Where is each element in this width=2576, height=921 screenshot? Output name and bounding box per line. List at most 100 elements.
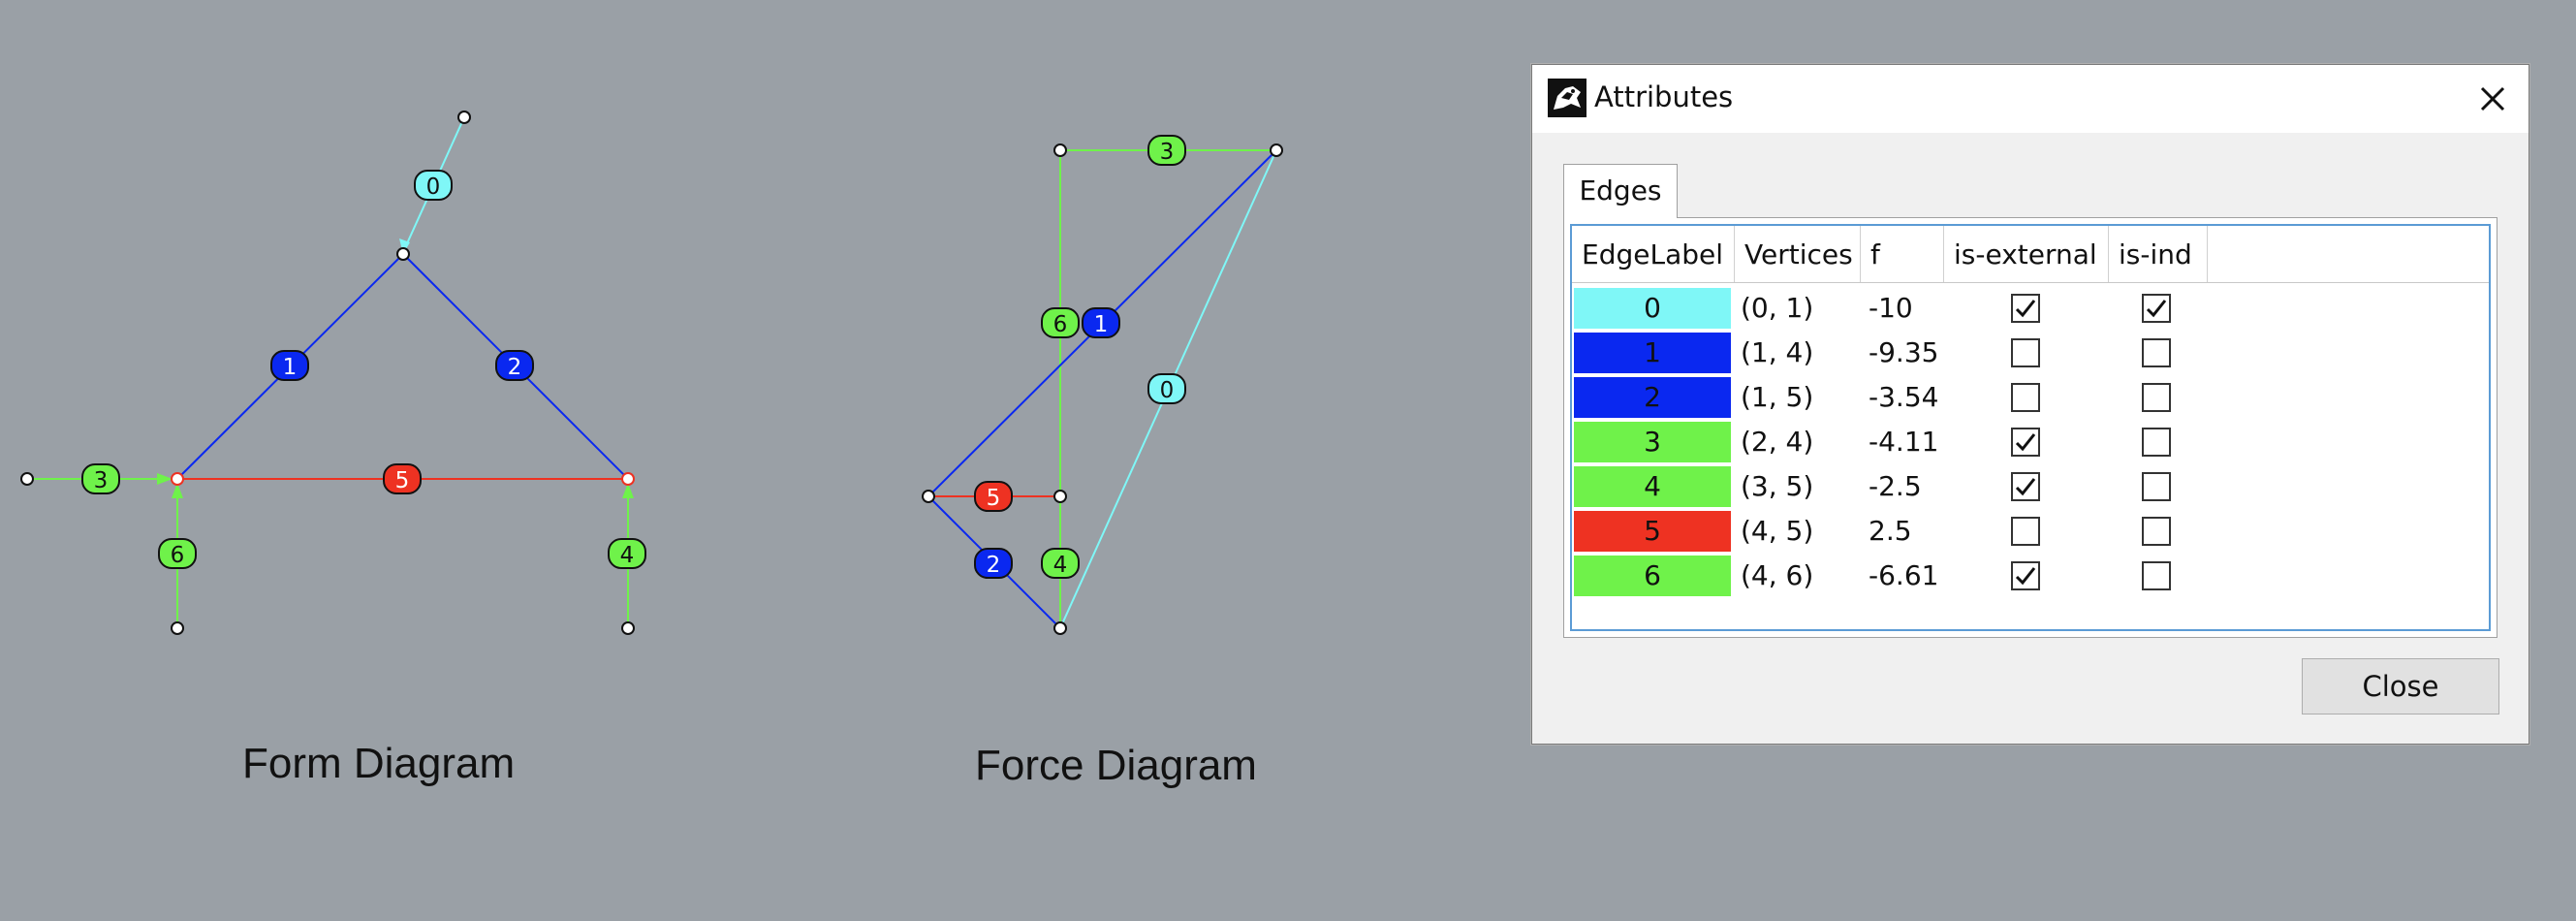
form-label-5[interactable]: 5 xyxy=(383,463,422,494)
vertices-cell[interactable]: (3, 5) xyxy=(1735,464,1813,509)
vertices-cell[interactable]: (4, 6) xyxy=(1735,554,1813,598)
column-header-vertices[interactable]: Vertices xyxy=(1735,226,1861,282)
diagram-canvas: 0 1 2 3 4 5 6 3 6 1 0 5 2 4 xyxy=(20,111,1283,635)
form-label-1[interactable]: 1 xyxy=(270,350,309,381)
force-label-6[interactable]: 6 xyxy=(1041,307,1080,338)
close-button[interactable]: Close xyxy=(2302,658,2499,715)
column-header-f[interactable]: f xyxy=(1861,226,1944,282)
form-node-3[interactable] xyxy=(621,621,635,635)
edge-label-cell[interactable]: 2 xyxy=(1574,377,1731,418)
svg-text:3: 3 xyxy=(1160,140,1175,165)
form-label-2[interactable]: 2 xyxy=(495,350,534,381)
form-diagram: 0 1 2 3 4 5 6 xyxy=(20,111,646,635)
is-ind-checkbox[interactable] xyxy=(2142,561,2171,590)
form-node-6[interactable] xyxy=(171,621,184,635)
force-value-cell[interactable]: -6.61 xyxy=(1863,554,1938,598)
form-node-5[interactable] xyxy=(621,472,635,486)
force-value-cell[interactable]: -3.54 xyxy=(1863,375,1938,420)
is-ind-checkbox[interactable] xyxy=(2142,338,2171,367)
is-external-checkbox[interactable] xyxy=(2011,294,2040,323)
attributes-dialog: Attributes Edges EdgeLabel Vertices f is… xyxy=(1531,64,2529,745)
force-node-e[interactable] xyxy=(1053,621,1067,635)
column-header-is-ind[interactable]: is-ind xyxy=(2109,226,2208,282)
table-row[interactable]: 6 (4, 6) -6.61 xyxy=(1572,554,2489,598)
form-node-4[interactable] xyxy=(171,472,184,486)
svg-text:1: 1 xyxy=(283,355,298,380)
force-label-3[interactable]: 3 xyxy=(1147,135,1186,166)
svg-text:2: 2 xyxy=(508,355,522,380)
is-external-checkbox[interactable] xyxy=(2011,338,2040,367)
vertices-cell[interactable]: (1, 4) xyxy=(1735,331,1813,375)
vertices-cell[interactable]: (0, 1) xyxy=(1735,286,1813,331)
edge-label-cell[interactable]: 5 xyxy=(1574,511,1731,552)
tab-edges[interactable]: Edges xyxy=(1563,164,1678,218)
form-label-0[interactable]: 0 xyxy=(414,170,453,201)
force-label-1[interactable]: 1 xyxy=(1082,307,1120,338)
force-label-4[interactable]: 4 xyxy=(1041,548,1080,579)
table-row[interactable]: 2 (1, 5) -3.54 xyxy=(1572,375,2489,420)
is-external-checkbox[interactable] xyxy=(2011,517,2040,546)
force-value-cell[interactable]: -2.5 xyxy=(1863,464,1922,509)
force-diagram-caption: Force Diagram xyxy=(975,742,1257,789)
table-header: EdgeLabel Vertices f is-external is-ind xyxy=(1572,226,2489,283)
svg-text:5: 5 xyxy=(395,468,410,493)
force-label-2[interactable]: 2 xyxy=(974,548,1013,579)
force-value-cell[interactable]: 2.5 xyxy=(1863,509,1912,554)
svg-text:4: 4 xyxy=(1053,553,1068,578)
svg-text:4: 4 xyxy=(620,543,635,568)
svg-text:0: 0 xyxy=(1160,378,1175,403)
force-node-d[interactable] xyxy=(1053,490,1067,503)
form-node-1[interactable] xyxy=(396,247,410,261)
vertices-cell[interactable]: (2, 4) xyxy=(1735,420,1813,464)
is-ind-checkbox[interactable] xyxy=(2142,517,2171,546)
is-external-checkbox[interactable] xyxy=(2011,383,2040,412)
force-value-cell[interactable]: -9.35 xyxy=(1863,331,1938,375)
form-arrow-3 xyxy=(157,473,173,485)
force-node-c[interactable] xyxy=(922,490,935,503)
svg-text:6: 6 xyxy=(171,543,185,568)
close-icon[interactable] xyxy=(2468,75,2517,123)
edges-table[interactable]: EdgeLabel Vertices f is-external is-ind … xyxy=(1570,224,2491,631)
is-ind-checkbox[interactable] xyxy=(2142,472,2171,501)
form-label-4[interactable]: 4 xyxy=(608,538,646,569)
svg-text:3: 3 xyxy=(94,468,109,493)
force-node-a[interactable] xyxy=(1053,143,1067,157)
form-diagram-caption: Form Diagram xyxy=(242,740,516,787)
vertices-cell[interactable]: (4, 5) xyxy=(1735,509,1813,554)
form-node-0[interactable] xyxy=(457,111,471,124)
is-external-checkbox[interactable] xyxy=(2011,561,2040,590)
dialog-title: Attributes xyxy=(1594,80,1734,113)
force-diagram: 3 6 1 0 5 2 4 xyxy=(922,135,1283,635)
force-value-cell[interactable]: -10 xyxy=(1863,286,1913,331)
form-label-3[interactable]: 3 xyxy=(81,463,120,494)
svg-text:6: 6 xyxy=(1053,312,1068,337)
edge-label-cell[interactable]: 0 xyxy=(1574,288,1731,329)
force-node-b[interactable] xyxy=(1270,143,1283,157)
column-header-is-external[interactable]: is-external xyxy=(1944,226,2109,282)
table-row[interactable]: 4 (3, 5) -2.5 xyxy=(1572,464,2489,509)
edge-label-cell[interactable]: 4 xyxy=(1574,466,1731,507)
dialog-titlebar[interactable]: Attributes xyxy=(1532,65,2529,133)
edge-label-cell[interactable]: 3 xyxy=(1574,422,1731,462)
form-label-6[interactable]: 6 xyxy=(158,538,197,569)
form-node-2[interactable] xyxy=(20,472,34,486)
is-external-checkbox[interactable] xyxy=(2011,472,2040,501)
svg-text:5: 5 xyxy=(987,486,1001,511)
column-header-edgelabel[interactable]: EdgeLabel xyxy=(1572,226,1735,282)
svg-text:0: 0 xyxy=(426,175,441,200)
force-label-0[interactable]: 0 xyxy=(1147,373,1186,404)
table-row[interactable]: 3 (2, 4) -4.11 xyxy=(1572,420,2489,464)
table-row[interactable]: 1 (1, 4) -9.35 xyxy=(1572,331,2489,375)
edge-label-cell[interactable]: 1 xyxy=(1574,333,1731,373)
vertices-cell[interactable]: (1, 5) xyxy=(1735,375,1813,420)
is-ind-checkbox[interactable] xyxy=(2142,294,2171,323)
is-external-checkbox[interactable] xyxy=(2011,428,2040,457)
svg-text:1: 1 xyxy=(1094,312,1109,337)
is-ind-checkbox[interactable] xyxy=(2142,383,2171,412)
force-value-cell[interactable]: -4.11 xyxy=(1863,420,1938,464)
is-ind-checkbox[interactable] xyxy=(2142,428,2171,457)
table-row[interactable]: 0 (0, 1) -10 xyxy=(1572,286,2489,331)
table-row[interactable]: 5 (4, 5) 2.5 xyxy=(1572,509,2489,554)
force-label-5[interactable]: 5 xyxy=(974,481,1013,512)
edge-label-cell[interactable]: 6 xyxy=(1574,556,1731,596)
